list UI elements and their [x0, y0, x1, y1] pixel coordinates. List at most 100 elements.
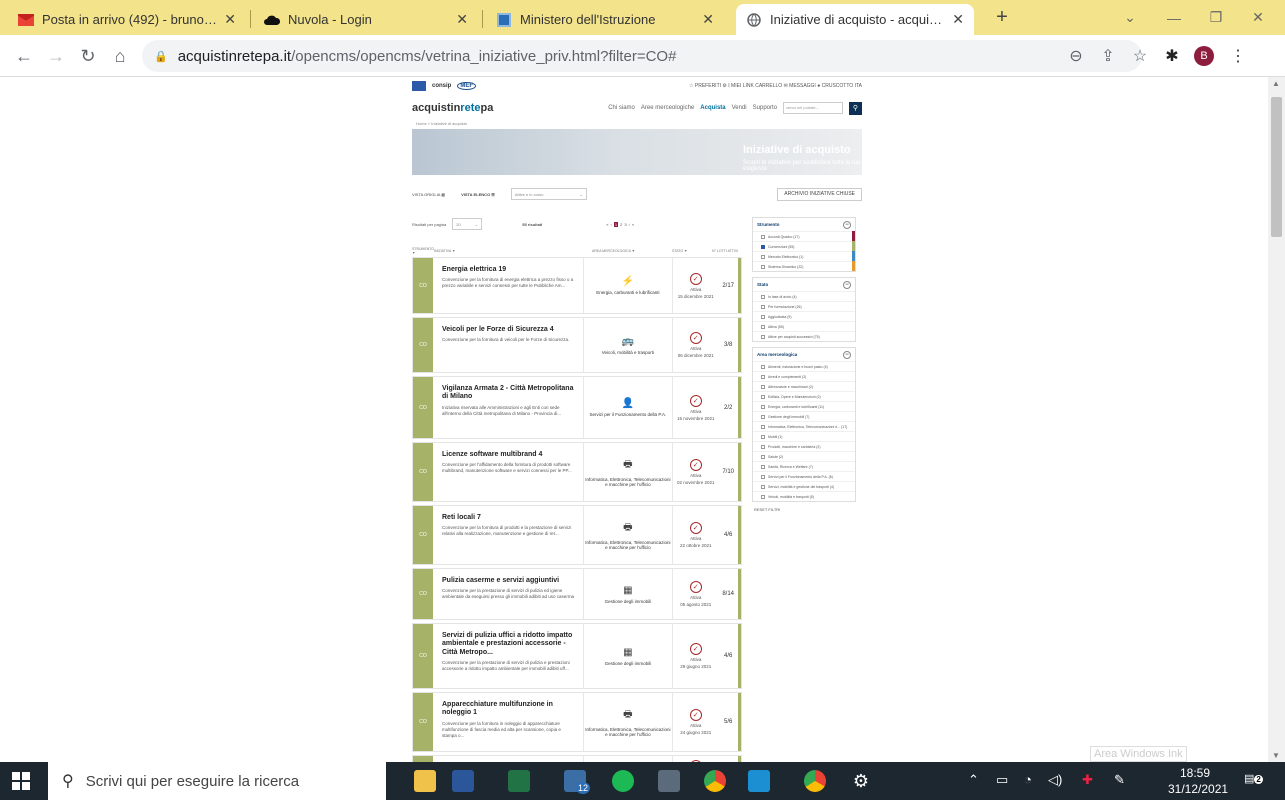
wifi-icon[interactable]: ◔: [1024, 772, 1032, 787]
page-scrollbar[interactable]: ▲ ▼: [1268, 77, 1285, 762]
col-iniziativa[interactable]: INIZIATIVA ▼: [434, 249, 592, 253]
tab-search-icon[interactable]: ⌄: [1110, 0, 1150, 35]
initiative-title[interactable]: Vigilanza Armata 2 - Città Metropolitana…: [442, 385, 577, 402]
filter-option[interactable]: Sanità, Ricerca e Welfare (7): [753, 461, 855, 471]
filter-option[interactable]: Salute (2): [753, 451, 855, 461]
page-next[interactable]: ›: [629, 222, 630, 227]
filter-option[interactable]: Servizi, mobilità e gestione dei traspor…: [753, 481, 855, 491]
extensions-icon[interactable]: ✱: [1158, 42, 1186, 70]
page-1[interactable]: 1: [613, 221, 619, 227]
close-icon[interactable]: ✕: [456, 11, 468, 28]
maximize-button[interactable]: ❐: [1196, 0, 1236, 35]
page-first[interactable]: «: [606, 222, 608, 227]
filter-option[interactable]: Accordi Quadro (17): [753, 231, 855, 241]
initiative-card[interactable]: COServizi di manutenzione immobili e imp…: [412, 755, 742, 762]
pen-ink-icon[interactable]: ✎: [1114, 772, 1125, 788]
menu-aree[interactable]: Aree merceologiche: [641, 105, 694, 111]
filter-option[interactable]: Attrezzature e macchinari (2): [753, 381, 855, 391]
initiative-title[interactable]: Pulizia caserme e servizi aggiuntivi: [442, 577, 577, 585]
initiative-card[interactable]: CO Apparecchiature multifunzione in noleg…: [412, 692, 742, 752]
initiative-card[interactable]: CO Vigilanza Armata 2 - Città Metropolita…: [412, 376, 742, 439]
site-top-links[interactable]: ☆ PREFERITI ⚙ I MIEI LINK CARRELLO ✉ MES…: [689, 83, 862, 89]
settings-gear-icon[interactable]: ⚙: [846, 766, 876, 796]
filter-option[interactable]: Per formulazione (26): [753, 301, 855, 311]
initiative-title[interactable]: Energia elettrica 19: [442, 266, 577, 274]
filter-option[interactable]: Aggiudicata (9): [753, 311, 855, 321]
menu-chi-siamo[interactable]: Chi siamo: [608, 105, 635, 111]
initiative-card[interactable]: CO Servizi di pulizia uffici a ridotto im…: [412, 623, 742, 689]
search-icon[interactable]: ⚲: [849, 101, 862, 115]
col-stato[interactable]: STATO ▼: [672, 249, 712, 253]
initiative-title[interactable]: Apparecchiature multifunzione in noleggi…: [442, 701, 577, 718]
back-icon[interactable]: ←: [10, 42, 38, 70]
chrome-profile-icon[interactable]: [800, 766, 830, 796]
close-icon[interactable]: ✕: [224, 11, 236, 28]
bookmark-star-icon[interactable]: ☆: [1126, 42, 1154, 70]
page-last[interactable]: »: [632, 222, 634, 227]
home-icon[interactable]: ⌂: [106, 42, 134, 70]
filter-option[interactable]: Veicoli, mobilità e trasporti (5): [753, 491, 855, 501]
tab-iniziative[interactable]: Iniziative di acquisto - acquistinr ✕: [736, 4, 974, 35]
filter-option[interactable]: Alimenti, ristorazione e buoni pasto (4): [753, 361, 855, 371]
initiative-title[interactable]: Licenze software multibrand 4: [442, 451, 577, 459]
filter-option[interactable]: Edilizia, Opere e Manutenzioni (2): [753, 391, 855, 401]
filter-option[interactable]: Attive per acquisti successivi (75): [753, 331, 855, 341]
address-bar[interactable]: 🔒 acquistinretepa.it/opencms/opencms/vet…: [142, 40, 1142, 72]
filter-option[interactable]: Convenzioni (55): [753, 241, 855, 251]
col-strumento[interactable]: STRUMENTO ▼: [412, 247, 434, 255]
filter-option[interactable]: Prodotti, macchine e cartoleria (2): [753, 441, 855, 451]
filter-option[interactable]: Energia, carburanti e lubrificanti (11): [753, 401, 855, 411]
view-list-button[interactable]: VISTA ELENCO ☰: [461, 192, 495, 197]
per-page-select[interactable]: 20 ⌄: [452, 218, 483, 230]
forward-icon[interactable]: →: [42, 42, 70, 70]
menu-kebab-icon[interactable]: ⋮: [1224, 42, 1252, 70]
notification-icon[interactable]: ▤ 2: [1244, 772, 1263, 785]
initiative-card[interactable]: CO Licenze software multibrand 4 Convenzio…: [412, 442, 742, 502]
filter-option[interactable]: Servizi per il Funzionamento della P.A. …: [753, 471, 855, 481]
app-delta-icon[interactable]: [744, 766, 774, 796]
page-prev[interactable]: ‹: [611, 222, 612, 227]
close-window-button[interactable]: ✕: [1238, 0, 1278, 35]
taskbar-search-input[interactable]: ⚲ Scrivi qui per eseguire la ricerca: [48, 762, 386, 800]
initiative-card[interactable]: CO Energia elettrica 19 Convenzione per la…: [412, 257, 742, 314]
archive-button[interactable]: ARCHIVIO INIZIATIVE CHIUSE: [777, 187, 862, 201]
page-3[interactable]: 3: [624, 222, 626, 227]
initiative-card[interactable]: CO Reti locali 7 Convenzione per la fornit…: [412, 505, 742, 565]
scroll-thumb[interactable]: [1271, 97, 1282, 237]
collapse-icon[interactable]: −: [843, 350, 851, 359]
volume-icon[interactable]: ◁): [1048, 772, 1062, 788]
filter-option[interactable]: Mercato Elettronico (1): [753, 251, 855, 261]
close-icon[interactable]: ✕: [952, 11, 964, 28]
folder-icon[interactable]: 12: [560, 766, 590, 796]
filter-option[interactable]: Arredi e complementi (2): [753, 371, 855, 381]
site-brand[interactable]: acquistinretepa: [412, 102, 493, 114]
status-select[interactable]: Attive e in corso ⌄: [510, 188, 587, 200]
filter-option[interactable]: Informatica, Elettronica, Telecomunicazi…: [753, 421, 855, 431]
spotify-icon[interactable]: [608, 766, 638, 796]
filter-option[interactable]: Gestione degli immobili (7): [753, 411, 855, 421]
col-area[interactable]: AREA MERCEOLOGICA ▼: [592, 249, 672, 253]
windows-start-icon[interactable]: [6, 766, 36, 796]
zoom-icon[interactable]: ⊖: [1062, 42, 1090, 70]
collapse-icon[interactable]: −: [843, 220, 851, 229]
excel-icon[interactable]: [504, 766, 534, 796]
initiative-title[interactable]: Veicoli per le Forze di Sicurezza 4: [442, 326, 577, 334]
menu-supporto[interactable]: Supporto: [753, 105, 777, 111]
page-2[interactable]: 2: [620, 222, 622, 227]
chrome-icon[interactable]: [700, 766, 730, 796]
reload-icon[interactable]: ↻: [74, 42, 102, 70]
view-grid-button[interactable]: VISTA GRIGLIA ▦: [412, 192, 445, 197]
tab-nuvola[interactable]: Nuvola - Login ✕: [254, 4, 478, 35]
breadcrumb[interactable]: Home > Iniziative di acquisto: [412, 121, 862, 129]
new-tab-button[interactable]: +: [982, 0, 1022, 35]
scroll-down-icon[interactable]: ▼: [1272, 751, 1280, 760]
reset-filters-link[interactable]: RESET FILTRI: [752, 507, 856, 512]
collapse-icon[interactable]: −: [843, 280, 851, 289]
filter-option[interactable]: Attiva (55): [753, 321, 855, 331]
menu-vendi[interactable]: Vendi: [732, 105, 747, 111]
scroll-up-icon[interactable]: ▲: [1272, 79, 1280, 88]
menu-acquista[interactable]: Acquista: [700, 105, 725, 111]
word-icon[interactable]: [448, 766, 478, 796]
filter-option[interactable]: Mobili (1): [753, 431, 855, 441]
profile-avatar[interactable]: B: [1190, 42, 1218, 70]
